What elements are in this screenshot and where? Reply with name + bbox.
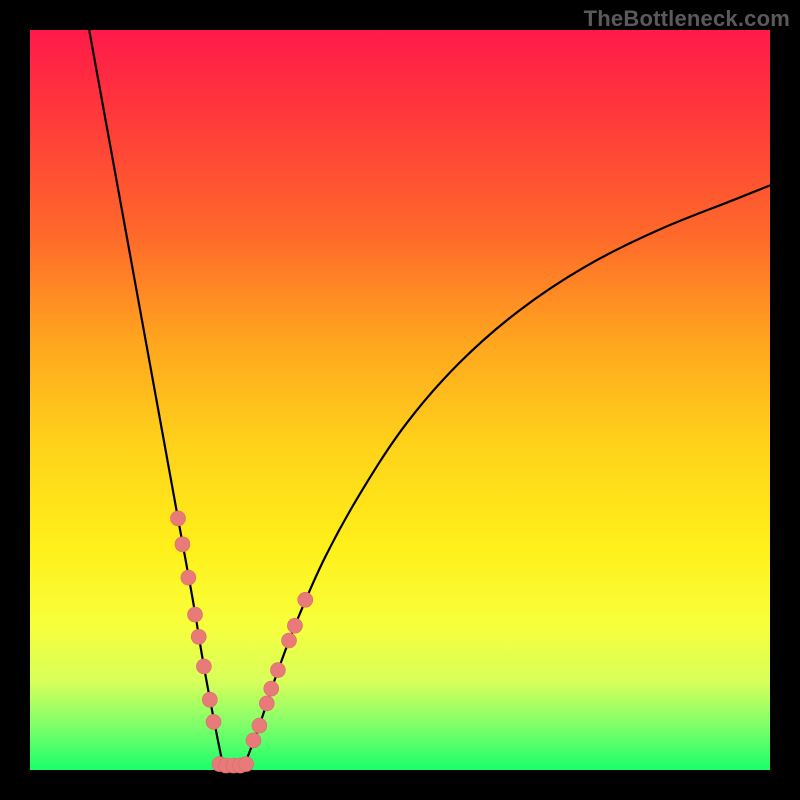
watermark-text: TheBottleneck.com <box>584 6 790 32</box>
data-point <box>298 592 313 607</box>
data-point <box>270 663 285 678</box>
scatter-right <box>246 592 313 748</box>
data-point <box>246 733 261 748</box>
data-point <box>259 696 274 711</box>
data-point <box>206 714 221 729</box>
chart-stage: TheBottleneck.com <box>0 0 800 800</box>
data-point <box>239 757 254 772</box>
data-point <box>287 618 302 633</box>
scatter-left <box>171 511 222 730</box>
data-point <box>175 537 190 552</box>
chart-overlay <box>30 30 770 770</box>
data-point <box>196 659 211 674</box>
data-point <box>252 718 267 733</box>
data-point <box>181 570 196 585</box>
scatter-base <box>212 757 254 773</box>
right-curve <box>243 185 770 770</box>
data-point <box>202 692 217 707</box>
data-point <box>171 511 186 526</box>
data-point <box>282 633 297 648</box>
data-point <box>191 629 206 644</box>
data-point <box>188 607 203 622</box>
data-point <box>264 681 279 696</box>
